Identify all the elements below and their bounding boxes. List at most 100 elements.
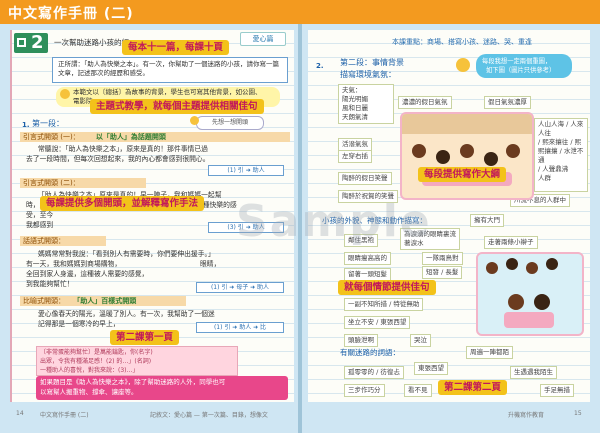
banner-openings: 每課提供多個開頭，並解釋寫作手法	[40, 196, 205, 211]
weather-word-0: 夫氣：	[342, 86, 362, 94]
chapter-tab[interactable]: 愛心篇	[240, 32, 286, 46]
pink-note-3: 一種助人的喜悅，對我來說：(3)…」	[40, 367, 139, 374]
smiley-icon	[60, 89, 70, 99]
lost-word-1: 孤零零的 / 彷徨忐	[344, 366, 404, 379]
intro-line-1: 正所謂：「助人為快樂之本」。有一次，你幫助了一個迷路的小孩，請你寫一篇文章，記述…	[58, 60, 280, 78]
method-1-ref: (1) 引 ➜ 助人	[208, 165, 284, 176]
crowd-word-2: / 人聲鼎沸	[538, 165, 569, 173]
pink-box-1: 如果題目是《助人為快樂之本》，除了幫助迷路的人外，同學也可	[40, 378, 226, 386]
method-3-text-5: 到我能夠幫忙！	[26, 280, 74, 288]
method-4-text-1: 愛心像春天的陽光，溫暖了別人。有一次，我幫助了一個迷	[38, 310, 215, 318]
right-footer: 升機寫作教育	[508, 412, 545, 419]
method-4-title: 比喻式開頭：	[23, 297, 65, 305]
method-3-ref: (1) 引 ➜ 母子 ➜ 助人	[196, 282, 284, 293]
kids-illustration	[476, 252, 584, 336]
pink-note: 〔非常蛋能夠幫忙〕是萬能鑰匙，你(名字) 出眾，令我有種滿足感！(2) 的…」(…	[36, 346, 238, 376]
lost-word-8: 手足無措	[540, 384, 574, 397]
env-top-2: 假日氣氛濃厚	[484, 96, 531, 109]
sample-watermark: Sample	[236, 196, 432, 247]
weather-word-2: 風和日麗	[342, 104, 368, 112]
pink-box-2: 以寫幫人搬重物、撐傘、讓座等。	[40, 388, 138, 396]
intro-text: 正所謂：「助人為快樂之本」。有一次，你幫助了一個迷路的小孩，請你寫一篇文章，記述…	[58, 60, 279, 77]
kid-word-8: 短發 / 長髮	[422, 266, 463, 279]
right-page-number: 15	[574, 410, 582, 417]
crowd-word-1: / 熙來攘往 / 熙熙攘攘 / 水泄不通	[538, 138, 584, 164]
section-2-sub: 描寫環境氣氛：	[340, 70, 396, 79]
section-2-title: 第二段：事情背景	[340, 58, 404, 67]
method-2-text-4: 我都感到	[26, 221, 54, 229]
kid-word-12: 哭泣	[410, 334, 431, 347]
banner-thematic: 主題式教學，就每個主題提供相關佳句	[90, 99, 264, 114]
banner-page-one: 第二課第一頁	[110, 330, 180, 345]
lost-word-4: 生遇遇我陌生	[510, 366, 557, 379]
book-title: 中文寫作手冊 (二)	[8, 6, 134, 22]
place-1: 陶醉的假日笑聲	[338, 172, 392, 185]
banner-page-two: 第二課第二頁	[438, 380, 508, 395]
method-2-text-3: 受，至今	[26, 211, 54, 219]
hint-bubble-2: 如下圖（圖片只供參考）	[486, 67, 556, 74]
tip2-bubble: 先想一想開頭	[196, 116, 264, 130]
kid-word-4: 走著兩條小辮子	[484, 236, 538, 249]
left-footer-desc: 記敘文：愛心篇 — 第一次篇、目錄，想像文	[150, 412, 268, 419]
method-3-text-3: 眼睛，	[200, 260, 221, 268]
crowd-card: 人山人海 / 人來人往 / 熙來攘往 / 熙熙攘攘 / 水泄不通 / 人聲鼎沸 …	[534, 118, 588, 192]
banner-outline: 每段提供寫作大綱	[418, 167, 507, 182]
hint-bubble-1: 每段我想一定兩個重圖，	[482, 58, 552, 65]
method-3-title: 話語式開頭：	[23, 237, 65, 245]
kid-word-6: 一隊兩鳥對	[422, 252, 463, 265]
method-3-text-4: 全回到家人身邊，這種被人需要的感覺，	[26, 270, 149, 278]
crowd-word-0: 人山人海 / 人來人往	[538, 120, 584, 137]
weather-card: 夫氣： 陽光明媚 風和日麗 天朗氣清	[338, 84, 394, 124]
lost-word-3: 周遍一陣都陌	[466, 346, 513, 359]
banner-lessons: 每本十一篇，每課十頁	[122, 40, 230, 55]
method-1-text-1: 常聽說：「助人為快樂之本」，原來是真的！那件事情已過	[38, 145, 208, 153]
tip-line-1: 本範文以〔總括〕為故事的背景，學生也可寫其他背景，如公園、	[73, 88, 262, 96]
chapter-block: 2	[14, 32, 48, 53]
kid-word-5: 眼睛瘦高高的	[344, 252, 391, 265]
mall-illustration	[400, 112, 534, 200]
kid-word-10: 坐立不安 / 東張西望	[344, 316, 411, 329]
method-4-heading: 比喻式開頭： 「助人」百樣式開頭	[20, 296, 186, 306]
method-4-text-2: 記得那是一個寒冷的早上，	[38, 320, 120, 328]
section-1-number: 1.	[22, 121, 30, 129]
pink-note-2: 出眾，令我有種滿足感！(2) 的…」(名詞)	[40, 358, 152, 365]
lost-word-2: 東張西望	[414, 362, 448, 375]
method-1-sub: 以「助人」為話題開頭	[95, 133, 166, 141]
left-page-number: 14	[16, 410, 24, 417]
section-1-title: 第一段：	[32, 119, 64, 128]
right-header-text: 本課重點：商場、搭寫小孩、迷路、哭、重逢	[392, 38, 532, 46]
kid-word-9: 一副不知所措 / 特從無助	[344, 298, 424, 311]
method-4-sub: 「助人」百樣式開頭	[73, 297, 137, 305]
book-title-bar: 中文寫作手冊 (二)	[0, 0, 600, 24]
env-word-5: 左穿右插	[338, 150, 372, 163]
pink-info-box: 如果題目是《助人為快樂之本》，除了幫助迷路的人外，同學也可 以寫幫人搬重物、撐傘…	[36, 376, 288, 400]
method-3-heading: 話語式開頭：	[20, 236, 106, 246]
method-4-ref: (1) 引 ➜ 助人 ➜ 比	[196, 322, 284, 333]
chapter-number: 2	[31, 32, 44, 53]
chapter-icon	[17, 38, 26, 47]
method-2-title: 引言式開頭 (二)：	[23, 179, 80, 187]
hint-bubble: 每段我想一定兩個重圖， 如下圖（圖片只供參考）	[476, 54, 572, 78]
weather-word-3: 天朗氣清	[342, 113, 368, 121]
mascot-icon	[456, 58, 470, 72]
method-1-title: 引言式開頭 (一)：	[23, 133, 80, 141]
method-3-text-2: 有一天，我和媽媽到商場購物，	[26, 260, 122, 268]
chapter-title: 一次幫助迷路小孩的經	[54, 38, 129, 47]
lost-word-6: 看不見	[404, 384, 432, 397]
lost-word-5: 三步作巧分	[344, 384, 385, 397]
kid-word-1: 擁有大門	[470, 214, 504, 227]
left-footer-title: 中文寫作手冊 (二)	[40, 412, 89, 419]
kid-word-11: 頭臉泄啊	[344, 334, 378, 347]
method-3-text-1: 媽媽常常對我說：「看到別人有需要時，你們要伸出援手。」	[38, 250, 215, 258]
banner-sentences: 就每個情節提供佳句	[338, 280, 436, 295]
lost-title: 有關迷路的詞語：	[340, 348, 400, 357]
weather-word-1: 陽光明媚	[342, 95, 368, 103]
smiley-icon-2	[190, 116, 199, 125]
method-2-heading: 引言式開頭 (二)：	[20, 178, 146, 188]
section-2-number: 2.	[316, 62, 324, 70]
method-1-heading: 引言式開頭 (一)： 以「助人」為話題開頭	[20, 132, 290, 142]
method-1-text-2: 去了一段時間，但每次回想起來，我的內心都會感到很開心。	[26, 155, 210, 163]
env-top-1: 濃濃的假日氣氛	[398, 96, 452, 109]
crowd-word-3: 人群	[538, 174, 551, 182]
pink-note-1: 〔非常蛋能夠幫忙〕是萬能鑰匙，你(名字)	[40, 349, 153, 356]
